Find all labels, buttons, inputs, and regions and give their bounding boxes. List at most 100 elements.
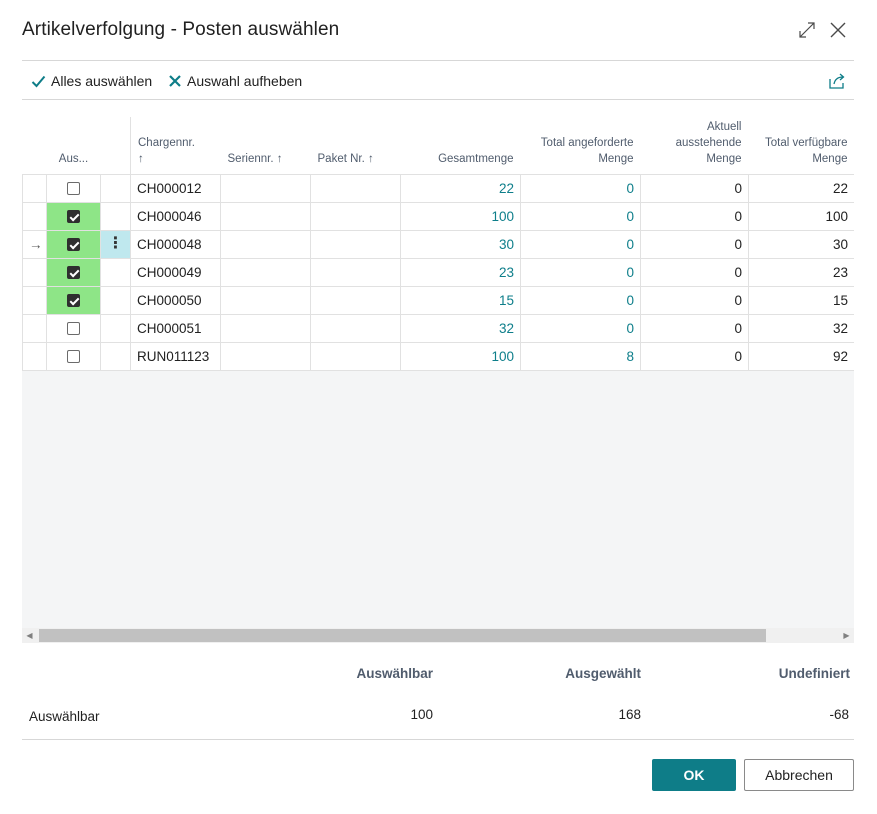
lot-cell[interactable]: CH000046 — [130, 201, 221, 231]
scroll-right-icon[interactable]: ▶ — [839, 628, 854, 643]
serial-cell[interactable] — [220, 285, 311, 315]
horizontal-scrollbar[interactable]: ◀ ▶ — [22, 628, 854, 643]
col-lot[interactable]: Chargennr. ↑ — [130, 117, 221, 174]
lot-cell[interactable]: CH000049 — [130, 257, 221, 287]
package-cell[interactable] — [310, 313, 401, 343]
select-cell[interactable] — [46, 229, 101, 259]
col-serial[interactable]: Seriennr. ↑ — [221, 117, 311, 174]
action-bar-divider — [22, 99, 854, 100]
total-qty-cell[interactable]: 15 — [400, 285, 521, 315]
select-cell[interactable] — [46, 313, 101, 343]
sort-ascending-icon: ↑ — [138, 152, 144, 165]
requested-cell[interactable]: 0 — [520, 173, 641, 203]
serial-cell[interactable] — [220, 257, 311, 287]
serial-cell[interactable] — [220, 229, 311, 259]
col-current-pending[interactable]: Aktuell ausstehende Menge — [641, 117, 749, 174]
scrollbar-thumb[interactable] — [39, 629, 766, 642]
row-indicator — [22, 285, 47, 315]
dialog-title: Artikelverfolgung - Posten auswählen — [22, 19, 340, 40]
select-checkbox[interactable] — [67, 182, 80, 196]
row-indicator — [22, 173, 47, 203]
close-icon[interactable] — [828, 20, 848, 40]
select-checkbox[interactable] — [67, 210, 80, 224]
lot-cell[interactable]: CH000050 — [130, 285, 221, 315]
requested-cell[interactable]: 8 — [520, 341, 641, 371]
select-all-button[interactable]: Alles auswählen — [31, 72, 152, 90]
row-menu-cell[interactable]: ⋮ — [100, 229, 131, 259]
package-cell[interactable] — [310, 257, 401, 287]
summary-value-selectable: 100 — [410, 707, 433, 722]
table-row[interactable]: CH000050 15 0 0 15 — [22, 285, 854, 315]
available-cell: 92 — [748, 341, 854, 371]
requested-cell[interactable]: 0 — [520, 285, 641, 315]
serial-cell[interactable] — [220, 341, 311, 371]
requested-cell[interactable]: 0 — [520, 229, 641, 259]
ok-button[interactable]: OK — [652, 759, 736, 791]
row-menu-cell — [100, 201, 131, 231]
col-total-qty[interactable]: Gesamtmenge — [401, 117, 521, 174]
col-total-requested[interactable]: Total angeforderte Menge — [521, 117, 641, 174]
col-package[interactable]: Paket Nr. ↑ — [311, 117, 401, 174]
deselect-button[interactable]: Auswahl aufheben — [168, 72, 302, 90]
summary-row-label: Auswählbar — [29, 709, 100, 724]
total-qty-cell[interactable]: 22 — [400, 173, 521, 203]
pending-cell: 0 — [640, 229, 749, 259]
select-cell[interactable] — [46, 341, 101, 371]
row-menu-cell — [100, 173, 131, 203]
serial-cell[interactable] — [220, 201, 311, 231]
package-cell[interactable] — [310, 285, 401, 315]
available-cell: 22 — [748, 173, 854, 203]
available-cell: 32 — [748, 313, 854, 343]
requested-cell[interactable]: 0 — [520, 201, 641, 231]
table-row[interactable]: CH000046 100 0 0 100 — [22, 201, 854, 231]
lot-grid: Aus... Chargennr. ↑ Seriennr. ↑ Paket Nr.… — [22, 117, 854, 371]
cancel-button[interactable]: Abbrechen — [744, 759, 854, 791]
select-cell[interactable] — [46, 201, 101, 231]
table-row[interactable]: CH000012 22 0 0 22 — [22, 173, 854, 203]
package-cell[interactable] — [310, 201, 401, 231]
summary-header-undefined: Undefiniert — [778, 666, 850, 681]
pending-cell: 0 — [640, 173, 749, 203]
select-checkbox[interactable] — [67, 294, 80, 308]
select-cell[interactable] — [46, 173, 101, 203]
table-row[interactable]: → ⋮ CH000048 30 0 0 30 — [22, 229, 854, 259]
share-icon[interactable] — [828, 72, 846, 90]
select-cell[interactable] — [46, 285, 101, 315]
table-row[interactable]: CH000051 32 0 0 32 — [22, 313, 854, 343]
col-select[interactable]: Aus... — [47, 117, 101, 174]
row-menu-cell — [100, 313, 131, 343]
total-qty-cell[interactable]: 30 — [400, 229, 521, 259]
lot-cell[interactable]: RUN011123 — [130, 341, 221, 371]
table-row[interactable]: RUN011123 100 8 0 92 — [22, 341, 854, 371]
col-total-available[interactable]: Total verfügbare Menge — [749, 117, 855, 174]
row-actions-icon[interactable]: ⋮ — [108, 235, 124, 252]
total-qty-cell[interactable]: 23 — [400, 257, 521, 287]
total-qty-cell[interactable]: 100 — [400, 341, 521, 371]
total-qty-cell[interactable]: 32 — [400, 313, 521, 343]
lot-cell[interactable]: CH000012 — [130, 173, 221, 203]
package-cell[interactable] — [310, 173, 401, 203]
grid-empty-area — [22, 371, 854, 629]
select-checkbox[interactable] — [67, 266, 80, 280]
select-checkbox[interactable] — [67, 322, 80, 336]
lot-cell[interactable]: CH000048 — [130, 229, 221, 259]
total-qty-cell[interactable]: 100 — [400, 201, 521, 231]
scroll-left-icon[interactable]: ◀ — [22, 628, 37, 643]
select-checkbox[interactable] — [67, 238, 80, 252]
pending-cell: 0 — [640, 201, 749, 231]
lot-cell[interactable]: CH000051 — [130, 313, 221, 343]
table-row[interactable]: CH000049 23 0 0 23 — [22, 257, 854, 287]
select-cell[interactable] — [46, 257, 101, 287]
package-cell[interactable] — [310, 341, 401, 371]
requested-cell[interactable]: 0 — [520, 313, 641, 343]
package-cell[interactable] — [310, 229, 401, 259]
serial-cell[interactable] — [220, 173, 311, 203]
select-checkbox[interactable] — [67, 350, 80, 364]
requested-cell[interactable]: 0 — [520, 257, 641, 287]
footer-divider — [22, 739, 854, 740]
row-menu-cell — [100, 341, 131, 371]
serial-cell[interactable] — [220, 313, 311, 343]
expand-icon[interactable] — [797, 20, 817, 40]
available-cell: 23 — [748, 257, 854, 287]
row-menu-cell — [100, 285, 131, 315]
